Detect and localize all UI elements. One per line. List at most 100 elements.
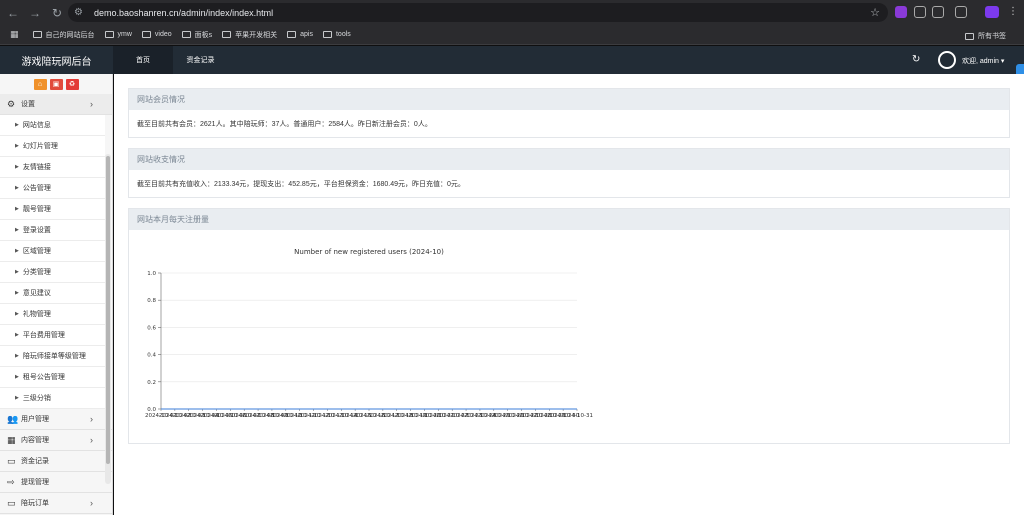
tab-home[interactable]: 首页	[113, 46, 173, 74]
y-tick-label: 0.8	[147, 298, 156, 304]
address-bar[interactable]: ⚙ demo.baoshanren.cn/admin/index/index.h…	[68, 3, 888, 22]
sidebar-subitem[interactable]: ▶ 陪玩师接单等级管理	[0, 346, 105, 367]
bookmark-folder[interactable]: apis	[287, 31, 313, 38]
profile-icon[interactable]	[985, 6, 999, 18]
sidebar-item-fund-records[interactable]: ▭ 资金记录	[0, 451, 112, 472]
url-text: demo.baoshanren.cn/admin/index/index.htm…	[94, 7, 274, 18]
sidebar-subitem[interactable]: ▶ 礼物管理	[0, 304, 105, 325]
sidebar-subitem[interactable]: ▶ 幻灯片管理	[0, 136, 105, 157]
sidebar-scrollbar-thumb[interactable]	[106, 156, 110, 464]
sidebar-subitem[interactable]: ▶ 平台费用管理	[0, 325, 105, 346]
quick-actions: ⌂ ▣ ♻	[0, 74, 112, 94]
browser-toolbar: ← → ↻ ⚙ demo.baoshanren.cn/admin/index/i…	[0, 0, 1024, 25]
sidebar-subitem-label: 公告管理	[22, 185, 51, 192]
sidebar-subitem[interactable]: ▶ 三级分销	[0, 388, 105, 409]
caret-right-icon: ▶	[15, 227, 19, 233]
bookmark-folder[interactable]: video	[141, 31, 172, 38]
sidebar-subitem[interactable]: ▶ 靓号管理	[0, 199, 105, 220]
sidebar-subitem[interactable]: ▶ 登录设置	[0, 220, 105, 241]
user-menu[interactable]: 欢迎, admin ▾	[962, 56, 1004, 66]
chevron-right-icon: ›	[90, 498, 93, 508]
sidebar-item-orders[interactable]: ▭ 陪玩订单 ›	[0, 493, 112, 514]
bookmark-label: 苹果开发相关	[235, 31, 278, 39]
sidebar-item-label: 资金记录	[21, 458, 49, 465]
forward-icon[interactable]: →	[26, 4, 44, 22]
money-icon: ▭	[7, 455, 16, 466]
sidebar-subitem-label: 幻灯片管理	[22, 143, 58, 150]
y-tick-label: 0.6	[147, 325, 156, 331]
sidebar-item-content[interactable]: ▦ 内容管理 ›	[0, 430, 112, 451]
sidebar-subitem-label: 区域管理	[22, 248, 51, 255]
finance-panel-text: 截至目前共有充值收入：2133.34元，提现支出：452.85元，平台担保资金：…	[137, 180, 465, 188]
apps-grid-icon[interactable]: ▦	[10, 29, 19, 40]
registrations-chart: Number of new registered users (2024-10)…	[145, 248, 593, 419]
caret-right-icon: ▶	[15, 269, 19, 275]
extensions-puzzle-icon[interactable]	[955, 6, 967, 18]
sidebar-item-withdraw[interactable]: ⇨ 提现管理	[0, 472, 112, 493]
caret-right-icon: ▶	[15, 122, 19, 128]
y-tick-label: 1.0	[147, 271, 156, 277]
sidebar-item-users[interactable]: 👥 用户管理 ›	[0, 409, 112, 430]
bookmark-folder[interactable]: ymw	[104, 31, 132, 38]
avatar[interactable]	[938, 51, 956, 69]
finance-panel: 网站收支情况 截至目前共有充值收入：2133.34元，提现支出：452.85元，…	[128, 148, 1010, 198]
refresh-icon[interactable]: ↻	[912, 54, 920, 65]
home-icon[interactable]: ⌂	[33, 78, 47, 90]
all-bookmarks[interactable]: 所有书签	[965, 31, 1006, 41]
sidebar-item-label: 提现管理	[21, 479, 49, 486]
browser-menu-icon[interactable]: ⋮	[1008, 6, 1020, 18]
bookmark-folder[interactable]: 面板s	[181, 30, 212, 40]
sidebar-item-settings[interactable]: ⚙ 设置 ›	[0, 94, 112, 115]
tab-fund-records[interactable]: 资金记录	[173, 46, 228, 74]
caret-right-icon: ▶	[15, 332, 19, 338]
gears-icon: ⚙	[7, 98, 16, 109]
browser-window: ← → ↻ ⚙ demo.baoshanren.cn/admin/index/i…	[0, 0, 1024, 515]
reload-icon[interactable]: ↻	[48, 4, 66, 22]
chart-title: Number of new registered users (2024-10)	[294, 248, 444, 256]
sidebar-subitem[interactable]: ▶ 分类管理	[0, 262, 105, 283]
sidebar-subitem-label: 三级分销	[22, 395, 51, 402]
sidebar-subitem[interactable]: ▶ 租号公告管理	[0, 367, 105, 388]
finance-panel-title: 网站收支情况	[129, 149, 1009, 170]
caret-right-icon: ▶	[15, 353, 19, 359]
sidebar-subitem-label: 网站信息	[22, 122, 51, 129]
caret-right-icon: ▶	[15, 164, 19, 170]
caret-right-icon: ▶	[15, 206, 19, 212]
bookmark-star-icon[interactable]: ☆	[870, 6, 880, 19]
bookmarks-bar: ▦ 自己的网站后台 ymw video 面板s 苹果开发相关 apis tool…	[0, 25, 1024, 45]
sidebar-subitem-label: 靓号管理	[22, 206, 51, 213]
sidebar-item-label: 内容管理	[21, 437, 49, 444]
bookmark-label: 自己的网站后台	[45, 31, 95, 39]
brand-title[interactable]: 游戏陪玩网后台	[0, 46, 113, 74]
back-icon[interactable]: ←	[4, 4, 22, 22]
sidebar-item-label: 用户管理	[21, 416, 49, 423]
extension-icon[interactable]	[914, 6, 926, 18]
sidebar-subitem[interactable]: ▶ 友情链接	[0, 157, 105, 178]
desktop-icon: ▭	[7, 497, 16, 508]
sidebar-subitem-label: 租号公告管理	[22, 374, 65, 381]
chevron-right-icon: ›	[90, 414, 93, 424]
caret-right-icon: ▶	[15, 395, 19, 401]
recycle-icon[interactable]: ♻	[65, 78, 79, 90]
folder-icon	[104, 31, 114, 38]
bookmark-folder[interactable]: tools	[322, 31, 351, 38]
trash-icon[interactable]: ▣	[49, 78, 63, 90]
sign-out-icon: ⇨	[7, 476, 15, 487]
sidebar-item-label: 陪玩订单	[21, 500, 49, 507]
sidebar-subitem-label: 意见建议	[22, 290, 51, 297]
sidebar-subitem[interactable]: ▶ 网站信息	[0, 115, 105, 136]
bookmark-folder[interactable]: 苹果开发相关	[222, 30, 277, 40]
sidebar-subitem-label: 登录设置	[22, 227, 51, 234]
extension-icon[interactable]	[895, 6, 907, 18]
bookmark-label: tools	[335, 31, 351, 38]
sidebar-subitem[interactable]: ▶ 意见建议	[0, 283, 105, 304]
caret-right-icon: ▶	[15, 185, 19, 191]
folder-icon	[181, 31, 191, 38]
bookmark-folder[interactable]: 自己的网站后台	[32, 30, 95, 40]
sidebar-subitem[interactable]: ▶ 区域管理	[0, 241, 105, 262]
caret-right-icon: ▶	[15, 290, 19, 296]
extension-icon[interactable]	[932, 6, 944, 18]
sidebar-subitem[interactable]: ▶ 公告管理	[0, 178, 105, 199]
site-settings-icon[interactable]: ⚙	[74, 7, 88, 18]
folder-icon	[322, 31, 332, 38]
